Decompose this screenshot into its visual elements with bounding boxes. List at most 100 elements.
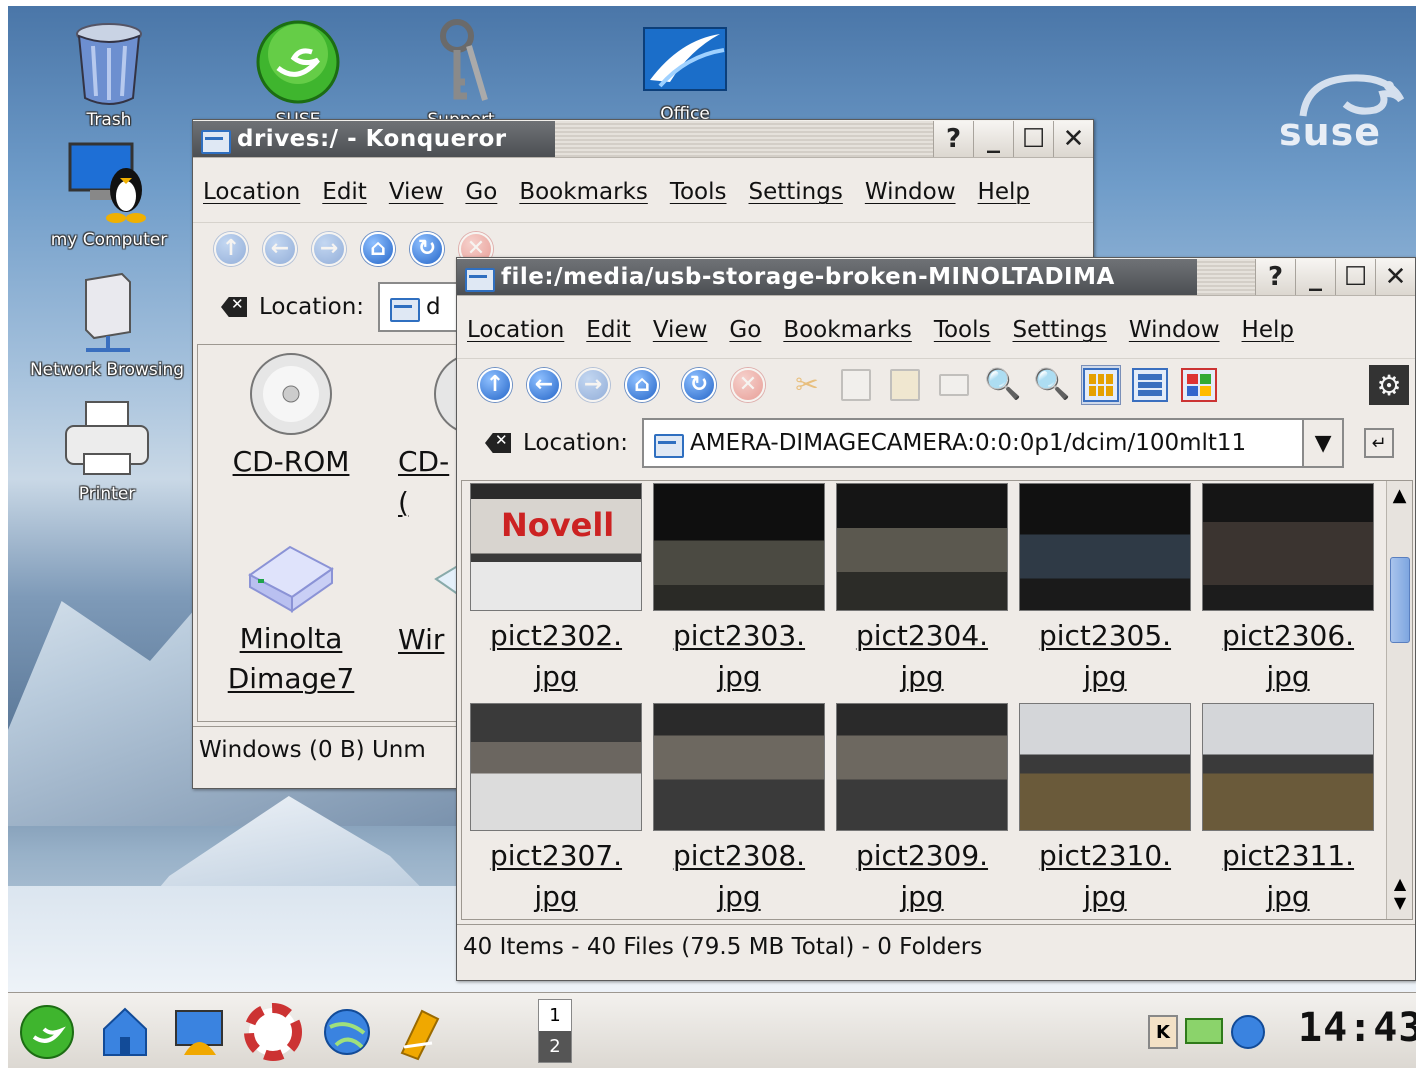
web-browser-icon[interactable] (318, 1003, 376, 1061)
pager-desktop-1[interactable]: 1 (539, 1000, 571, 1031)
camera-konqueror-window[interactable]: file:/media/usb-storage-broken-MINOLTADI… (456, 257, 1416, 981)
cut-button[interactable]: ✂ (787, 365, 827, 405)
help-button[interactable]: ? (933, 120, 973, 157)
close-button[interactable]: ✕ (1053, 120, 1093, 157)
detail-view-button[interactable] (1130, 365, 1170, 405)
minimize-button[interactable]: _ (973, 120, 1013, 157)
updater-icon[interactable] (1228, 1013, 1268, 1051)
thumbnail-pict2304[interactable] (836, 483, 1008, 611)
menu-view[interactable]: View (389, 179, 444, 205)
menu-location[interactable]: Location (203, 179, 300, 205)
menu-edit[interactable]: Edit (586, 317, 631, 343)
menu-help[interactable]: Help (1242, 317, 1294, 343)
drive-label-cdrom[interactable]: CD-ROM (198, 441, 384, 482)
menu-edit[interactable]: Edit (322, 179, 367, 205)
thumbnail-pict2305[interactable] (1019, 483, 1191, 611)
location-input[interactable]: d (378, 282, 459, 332)
icon-view-button[interactable] (1081, 364, 1121, 405)
cdrom-icon[interactable] (248, 351, 334, 437)
menu-window[interactable]: Window (865, 179, 956, 205)
go-icon[interactable]: ↵ (1364, 428, 1395, 458)
window-titlebar[interactable]: drives:/ - Konqueror ? _ ☐ ✕ (193, 120, 1093, 158)
scrollbar-thumb[interactable] (1390, 557, 1410, 643)
scroll-down-icon[interactable]: ▲ ▼ (1387, 865, 1412, 919)
paste-button[interactable] (885, 365, 925, 405)
file-label-pict2306[interactable]: pict2306. jpg (1196, 615, 1380, 697)
zoom-out-button[interactable]: 🔍 (1032, 365, 1072, 405)
file-label-pict2303[interactable]: pict2303. jpg (647, 615, 831, 697)
menu-go[interactable]: Go (729, 317, 761, 343)
file-label-pict2309[interactable]: pict2309. jpg (830, 835, 1014, 917)
clear-location-icon[interactable] (485, 433, 511, 453)
thumbnail-pict2311[interactable] (1202, 703, 1374, 831)
desktop-icon-trash[interactable]: Trash (24, 20, 194, 130)
copy-button[interactable] (836, 365, 876, 405)
thumbnail-pict2306[interactable] (1202, 483, 1374, 611)
menu-go[interactable]: Go (465, 179, 497, 205)
desktop-icon-my-computer[interactable]: my Computer (24, 142, 194, 250)
klipper-icon[interactable]: K (1148, 1015, 1178, 1049)
menu-help[interactable]: Help (978, 179, 1030, 205)
network-monitor-icon[interactable] (1184, 1015, 1224, 1049)
pager-desktop-2[interactable]: 2 (539, 1031, 571, 1062)
print-button[interactable] (934, 365, 974, 405)
home-button[interactable]: ⌂ (358, 229, 398, 269)
menu-window[interactable]: Window (1129, 317, 1220, 343)
location-input[interactable]: AMERA-DIMAGECAMERA:0:0:0p1/dcim/100mlt11 (642, 418, 1305, 468)
forward-button[interactable]: → (309, 229, 349, 269)
menu-view[interactable]: View (653, 317, 708, 343)
up-button[interactable]: ↑ (211, 229, 251, 269)
thumbnail-pict2308[interactable] (653, 703, 825, 831)
office-launcher-icon[interactable] (392, 1003, 450, 1061)
window-titlebar[interactable]: file:/media/usb-storage-broken-MINOLTADI… (457, 258, 1415, 296)
thumbnail-pict2309[interactable] (836, 703, 1008, 831)
menu-tools[interactable]: Tools (934, 317, 991, 343)
menu-settings[interactable]: Settings (1013, 317, 1107, 343)
suse-menu-icon[interactable] (18, 1003, 76, 1061)
desktop-icon-suse[interactable]: SUSE (213, 18, 383, 130)
maximize-button[interactable]: ☐ (1335, 258, 1375, 295)
desktop-icon-printer[interactable]: Printer (22, 400, 192, 504)
up-button[interactable]: ↑ (475, 365, 515, 405)
file-label-pict2305[interactable]: pict2305. jpg (1013, 615, 1197, 697)
desktop-icon-office[interactable]: Office (600, 20, 770, 124)
file-label-pict2311[interactable]: pict2311. jpg (1196, 835, 1380, 917)
home-button[interactable]: ⌂ (622, 365, 662, 405)
preview-view-button[interactable] (1179, 365, 1219, 405)
zoom-in-button[interactable]: 🔍 (983, 365, 1023, 405)
file-label-pict2308[interactable]: pict2308. jpg (647, 835, 831, 917)
removable-drive-icon[interactable] (246, 535, 336, 615)
minimize-button[interactable]: _ (1295, 258, 1335, 295)
vertical-scrollbar[interactable]: ▲ ▲ ▼ (1386, 481, 1412, 919)
menu-bookmarks[interactable]: Bookmarks (519, 179, 648, 205)
thumbnail-pict2307[interactable] (470, 703, 642, 831)
file-label-pict2307[interactable]: pict2307. jpg (464, 835, 648, 917)
menu-location[interactable]: Location (467, 317, 564, 343)
menu-tools[interactable]: Tools (670, 179, 727, 205)
close-button[interactable]: ✕ (1375, 258, 1415, 295)
home-folder-icon[interactable] (96, 1003, 154, 1061)
file-label-pict2304[interactable]: pict2304. jpg (830, 615, 1014, 697)
file-label-pict2310[interactable]: pict2310. jpg (1013, 835, 1197, 917)
file-label-pict2302[interactable]: pict2302. jpg (464, 615, 648, 697)
stop-button[interactable]: ✕ (728, 365, 768, 405)
menu-bookmarks[interactable]: Bookmarks (783, 317, 912, 343)
desktop-icon-network-browsing[interactable]: Network Browsing (22, 272, 192, 380)
drive-label-minolta[interactable]: Minolta Dimage7 (198, 619, 384, 699)
drive-label-cd2[interactable]: CD-( (398, 441, 458, 523)
thumbnail-pict2302[interactable]: Novell (470, 483, 642, 611)
clock[interactable]: 14:43 (1298, 1005, 1416, 1051)
location-history-dropdown[interactable]: ▼ (1304, 418, 1345, 468)
desktop-icon-support[interactable]: Support (376, 16, 546, 130)
thumbnail-pict2310[interactable] (1019, 703, 1191, 831)
reload-button[interactable]: ↻ (679, 365, 719, 405)
reload-button[interactable]: ↻ (407, 229, 447, 269)
thumbnail-pict2303[interactable] (653, 483, 825, 611)
back-button[interactable]: ← (524, 365, 564, 405)
forward-button[interactable]: → (573, 365, 613, 405)
clear-location-icon[interactable] (221, 297, 247, 317)
help-lifebuoy-icon[interactable] (244, 1003, 302, 1061)
desktop-show-icon[interactable] (170, 1003, 228, 1061)
menu-settings[interactable]: Settings (749, 179, 843, 205)
maximize-button[interactable]: ☐ (1013, 120, 1053, 157)
